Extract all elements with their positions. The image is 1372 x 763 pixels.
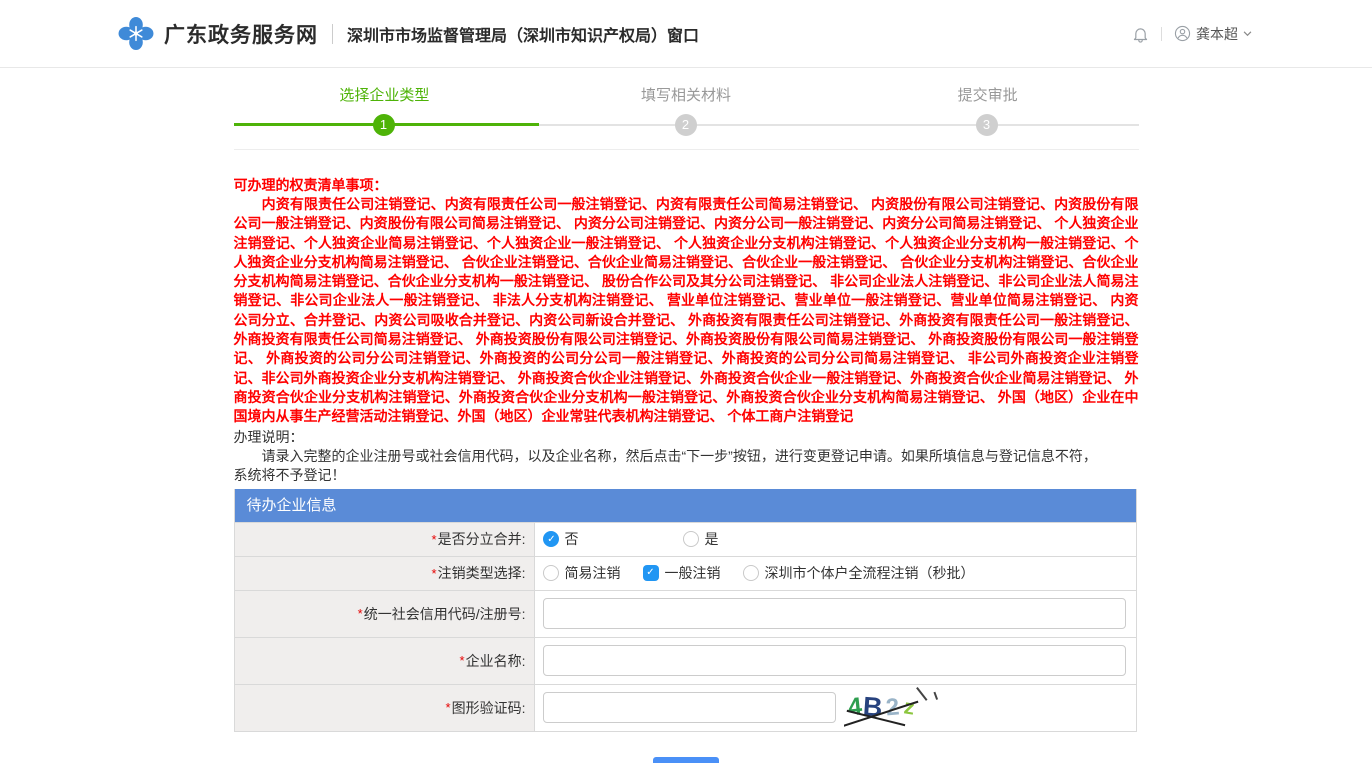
- site-logo-icon: [118, 17, 154, 50]
- pending-company-info-table: 待办企业信息 * 是否分立合并: 否 是 * 注销类型选择: [234, 489, 1137, 732]
- company-name-input[interactable]: [543, 645, 1126, 676]
- person-circle-icon: [1174, 25, 1191, 42]
- instructions-line-1: 请录入完整的企业注册号或社会信用代码，以及企业名称，然后点击“下一步”按钮，进行…: [234, 447, 1139, 466]
- captcha-label: * 图形验证码:: [235, 685, 535, 731]
- next-step-button[interactable]: 下一步: [653, 757, 719, 763]
- notice-block: 可办理的权责清单事项： 内资有限责任公司注销登记、内资有限责任公司一般注销登记、…: [234, 176, 1139, 485]
- radio-unchecked-icon[interactable]: [543, 565, 559, 581]
- step-dot-3: 3: [976, 114, 998, 136]
- radio-unchecked-icon[interactable]: [743, 565, 759, 581]
- top-header: 广东政务服务网 深圳市市场监督管理局（深圳市知识产权局）窗口 龚本超: [0, 0, 1372, 68]
- header-divider: [1161, 27, 1162, 41]
- username: 龚本超: [1196, 24, 1238, 44]
- step-label-1: 选择企业类型: [234, 84, 536, 105]
- captcha-input[interactable]: [543, 692, 836, 723]
- required-marker: *: [432, 532, 437, 547]
- notification-bell-icon[interactable]: [1132, 25, 1149, 43]
- row-captcha: * 图形验证码: 4 B 2 z: [235, 684, 1136, 731]
- row-split-merge: * 是否分立合并: 否 是: [235, 522, 1136, 556]
- credit-code-input[interactable]: [543, 598, 1126, 629]
- header-actions: 龚本超: [1132, 24, 1252, 44]
- radio-split-merge-no[interactable]: 否: [543, 529, 579, 549]
- notice-items: 内资有限责任公司注销登记、内资有限责任公司一般注销登记、内资有限责任公司简易注销…: [234, 195, 1139, 427]
- main-content: 选择企业类型 填写相关材料 提交审批 1 2 3 可办理的权责清单事项： 内资有…: [234, 68, 1139, 763]
- site-title[interactable]: 广东政务服务网: [164, 19, 318, 49]
- cancel-type-label: * 注销类型选择:: [235, 557, 535, 590]
- captcha-noise-line: [933, 691, 937, 699]
- step-label-2: 填写相关材料: [535, 84, 837, 105]
- step-dot-2: 2: [675, 114, 697, 136]
- radio-split-merge-yes[interactable]: 是: [683, 529, 719, 549]
- radio-cancel-general[interactable]: 一般注销: [643, 563, 721, 583]
- notice-title: 可办理的权责清单事项：: [234, 176, 1139, 195]
- window-title: 深圳市市场监督管理局（深圳市知识产权局）窗口: [347, 22, 699, 46]
- step-dot-1: 1: [373, 114, 395, 136]
- company-name-label: * 企业名称:: [235, 638, 535, 684]
- checkbox-checked-icon[interactable]: [643, 565, 659, 581]
- required-marker: *: [432, 566, 437, 581]
- required-marker: *: [446, 700, 451, 715]
- step-label-3: 提交审批: [837, 84, 1139, 105]
- row-cancel-type: * 注销类型选择: 简易注销 一般注销 深圳市个体户全流程注销（秒批）: [235, 556, 1136, 590]
- captcha-noise-line: [916, 687, 927, 701]
- row-credit-code: * 统一社会信用代码/注册号:: [235, 590, 1136, 637]
- steps-separator: [234, 149, 1139, 150]
- credit-code-label: * 统一社会信用代码/注册号:: [235, 591, 535, 637]
- instructions-title: 办理说明：: [234, 428, 1139, 447]
- step-track: 1 2 3: [234, 113, 1139, 137]
- radio-checked-icon[interactable]: [543, 531, 559, 547]
- split-merge-label: * 是否分立合并:: [235, 523, 535, 556]
- required-marker: *: [460, 653, 465, 668]
- radio-cancel-simple[interactable]: 简易注销: [543, 563, 621, 583]
- required-marker: *: [358, 606, 363, 621]
- radio-unchecked-icon[interactable]: [683, 531, 699, 547]
- header-brand: 广东政务服务网 深圳市市场监督管理局（深圳市知识产权局）窗口: [118, 17, 699, 50]
- radio-cancel-shenzhen-fast[interactable]: 深圳市个体户全流程注销（秒批）: [743, 563, 975, 583]
- user-menu[interactable]: 龚本超: [1174, 24, 1252, 44]
- instructions-line-2: 系统将不予登记！: [234, 466, 1139, 485]
- captcha-image[interactable]: 4 B 2 z: [844, 687, 956, 729]
- table-section-title: 待办企业信息: [235, 489, 1136, 522]
- title-divider: [332, 24, 333, 44]
- row-company-name: * 企业名称:: [235, 637, 1136, 684]
- chevron-down-icon: [1243, 31, 1252, 37]
- step-indicator: 选择企业类型 填写相关材料 提交审批 1 2 3: [234, 68, 1139, 150]
